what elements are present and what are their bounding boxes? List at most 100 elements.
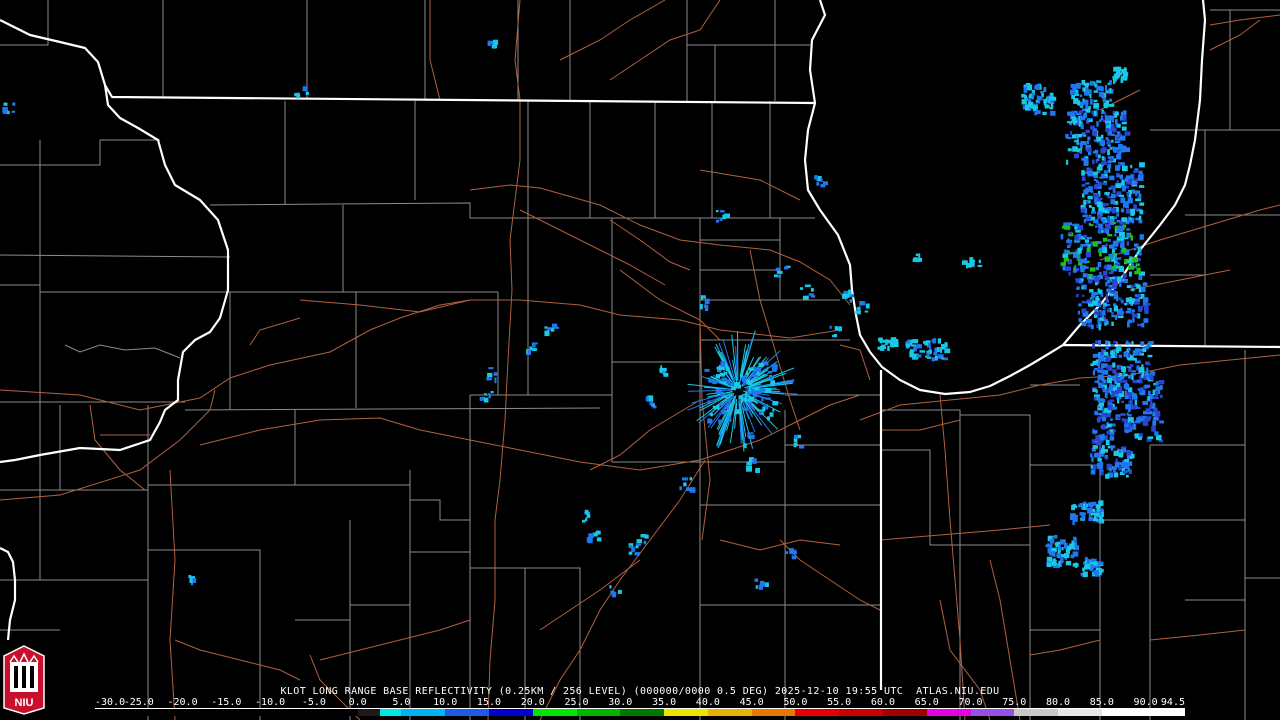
colorbar-tick-label: -20.0: [167, 697, 198, 708]
echo-pixel: [783, 266, 789, 270]
echo-pixel: [1132, 380, 1138, 384]
echo-pixel: [1131, 189, 1135, 192]
echo-pixel: [1141, 286, 1146, 293]
echo-pixel: [793, 438, 798, 443]
echo-pixel: [1102, 96, 1106, 102]
echo-pixel: [761, 397, 764, 402]
echo-pixel: [1080, 123, 1084, 130]
echo-pixel: [1036, 84, 1040, 87]
echo-pixel: [483, 397, 489, 403]
echo-pixel: [1090, 501, 1097, 506]
echo-pixel: [1139, 367, 1145, 373]
echo-pixel: [735, 384, 741, 389]
echo-pixel: [1107, 404, 1113, 410]
echo-pixel: [1085, 563, 1091, 569]
echo-pixel: [775, 267, 780, 272]
echo-pixel: [1081, 184, 1086, 187]
echo-pixel: [1134, 399, 1137, 406]
echo-pixel: [1116, 380, 1122, 383]
colorbar-segment: [883, 709, 927, 716]
echo-pixel: [1109, 98, 1113, 102]
echo-pixel: [1104, 407, 1108, 413]
echo-pixel: [715, 374, 720, 379]
echo-pixel: [915, 253, 919, 256]
echo-pixel: [1100, 471, 1104, 476]
echo-pixel: [1127, 307, 1132, 311]
echo-pixel: [1084, 257, 1087, 264]
echo-pixel: [1137, 436, 1142, 441]
echo-pixel: [1075, 278, 1080, 281]
echo-pixel: [1147, 354, 1153, 358]
echo-pixel: [1155, 381, 1159, 386]
echo-pixel: [1116, 365, 1119, 368]
echo-pixel: [704, 298, 710, 305]
echo-pixel: [1124, 373, 1128, 377]
echo-pixel: [1050, 110, 1056, 116]
echo-pixel: [1082, 312, 1089, 317]
echo-pixel: [1111, 375, 1117, 381]
echo-pixel: [1115, 111, 1119, 116]
echo-pixel: [1093, 396, 1097, 401]
echo-pixel: [1105, 439, 1110, 446]
echo-pixel: [1100, 469, 1104, 472]
echo-pixel: [544, 330, 550, 337]
echo-pixel: [1073, 253, 1078, 258]
echo-pixel: [486, 376, 490, 381]
echo-pixel: [859, 301, 866, 306]
echo-pixel: [1138, 288, 1142, 293]
echo-pixel: [699, 304, 703, 310]
echo-pixel: [716, 404, 720, 410]
echo-pixel: [1148, 341, 1154, 344]
echo-pixel: [1154, 390, 1159, 397]
echo-pixel: [814, 175, 819, 180]
echo-pixel: [1139, 162, 1145, 168]
echo-pixel: [635, 545, 639, 549]
echo-pixel: [1060, 539, 1066, 545]
echo-pixel: [1133, 170, 1139, 173]
echo-pixel: [1118, 316, 1124, 319]
echo-pixel: [1151, 426, 1156, 432]
echo-pixel: [1086, 236, 1092, 240]
echo-pixel: [1096, 412, 1102, 416]
echo-pixel: [1121, 418, 1125, 422]
echo-pixel: [1099, 434, 1103, 438]
echo-pixel: [1105, 457, 1109, 460]
echo-pixel: [1099, 317, 1104, 321]
echo-pixel: [1093, 175, 1099, 179]
echo-pixel: [1088, 518, 1093, 521]
echo-pixel: [842, 293, 848, 299]
echo-pixel: [905, 343, 911, 348]
echo-pixel: [1140, 341, 1145, 346]
colorbar-tick-label: 70.0: [958, 697, 983, 708]
colorbar-segment: [488, 709, 533, 716]
echo-pixel: [1123, 383, 1130, 389]
echo-pixel: [1107, 264, 1112, 270]
echo-pixel: [585, 517, 588, 522]
echo-pixel: [865, 303, 870, 309]
echo-pixel: [189, 577, 193, 584]
colorbar-segment: [620, 709, 665, 716]
echo-pixel: [1110, 344, 1115, 347]
echo-pixel: [1061, 546, 1064, 551]
echo-pixel: [1138, 406, 1141, 410]
echo-pixel: [1089, 223, 1094, 227]
echo-pixel: [765, 388, 772, 393]
echo-pixel: [1021, 99, 1027, 105]
echo-pixel: [1142, 401, 1148, 405]
echo-pixel: [305, 91, 309, 95]
echo-pixel: [1127, 219, 1133, 223]
echo-pixel: [1085, 318, 1092, 324]
echo-pixel: [1112, 240, 1119, 247]
echo-pixel: [1089, 267, 1096, 272]
echo-pixel: [1122, 273, 1127, 278]
echo-pixel: [1119, 265, 1124, 271]
echo-pixel: [707, 418, 713, 424]
colorbar-tick-label: 20.0: [520, 697, 545, 708]
echo-pixel: [1051, 551, 1056, 556]
echo-pixel: [1102, 305, 1106, 310]
echo-pixel: [1077, 247, 1082, 254]
echo-pixel: [1125, 175, 1131, 180]
echo-pixel: [767, 371, 772, 374]
echo-pixel: [649, 401, 654, 406]
echo-pixel: [916, 354, 922, 358]
